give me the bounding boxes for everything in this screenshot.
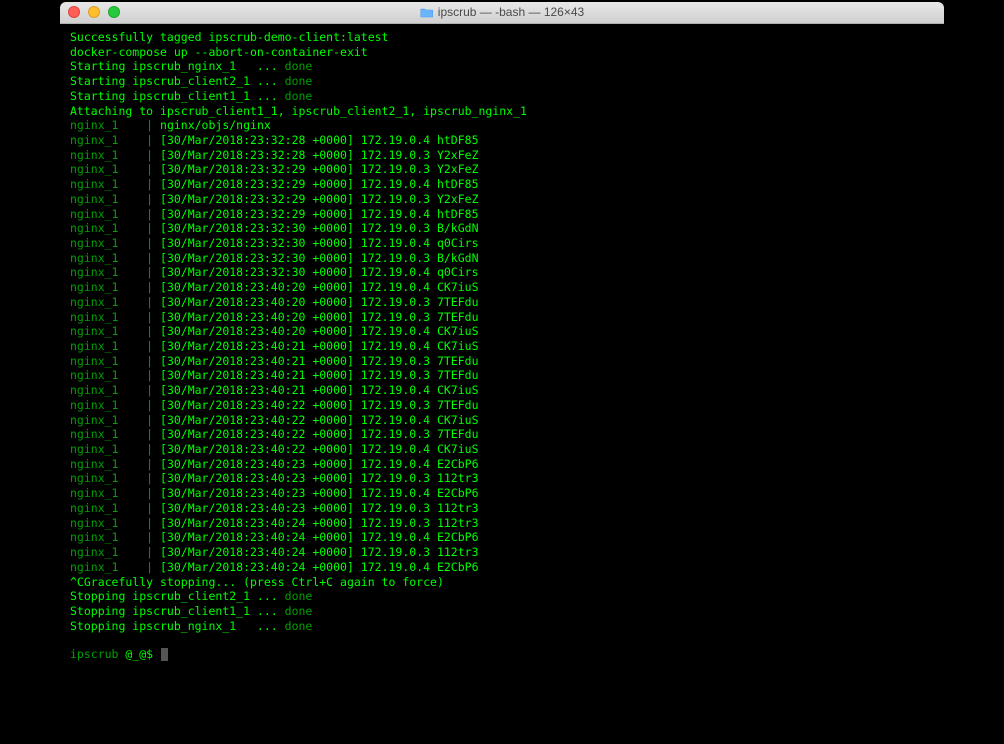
zoom-button[interactable] [108, 6, 120, 18]
log-line: nginx_1 | [30/Mar/2018:23:32:29 +0000] 1… [70, 177, 934, 192]
log-line: nginx_1 | [30/Mar/2018:23:40:22 +0000] 1… [70, 427, 934, 442]
log-line: nginx_1 | [30/Mar/2018:23:40:24 +0000] 1… [70, 530, 934, 545]
graceful-stop-line: ^CGracefully stopping... (press Ctrl+C a… [70, 575, 934, 590]
log-line: nginx_1 | [30/Mar/2018:23:40:21 +0000] 1… [70, 383, 934, 398]
traffic-lights [68, 6, 120, 18]
folder-icon [420, 7, 434, 18]
log-line: nginx_1 | [30/Mar/2018:23:32:30 +0000] 1… [70, 221, 934, 236]
stopping-line: Stopping ipscrub_client1_1 ... done [70, 604, 934, 619]
terminal-window: ipscrub — -bash — 126×43 Successfully ta… [60, 2, 944, 742]
starting-line: Starting ipscrub_client1_1 ... done [70, 89, 934, 104]
log-line: nginx_1 | [30/Mar/2018:23:32:29 +0000] 1… [70, 192, 934, 207]
starting-line: Starting ipscrub_client2_1 ... done [70, 74, 934, 89]
log-line: nginx_1 | [30/Mar/2018:23:40:21 +0000] 1… [70, 339, 934, 354]
log-line: nginx_1 | [30/Mar/2018:23:40:24 +0000] 1… [70, 545, 934, 560]
blank-line [70, 633, 934, 647]
log-line: nginx_1 | [30/Mar/2018:23:32:30 +0000] 1… [70, 236, 934, 251]
log-line: nginx_1 | [30/Mar/2018:23:40:22 +0000] 1… [70, 442, 934, 457]
log-line: nginx_1 | [30/Mar/2018:23:32:29 +0000] 1… [70, 162, 934, 177]
log-line: nginx_1 | [30/Mar/2018:23:32:28 +0000] 1… [70, 148, 934, 163]
output-line: docker-compose up --abort-on-container-e… [70, 45, 934, 60]
output-line: Successfully tagged ipscrub-demo-client:… [70, 30, 934, 45]
titlebar: ipscrub — -bash — 126×43 [60, 2, 944, 24]
stopping-line: Stopping ipscrub_nginx_1 ... done [70, 619, 934, 634]
terminal-body[interactable]: Successfully tagged ipscrub-demo-client:… [60, 24, 944, 742]
minimize-button[interactable] [88, 6, 100, 18]
log-line: nginx_1 | [30/Mar/2018:23:40:23 +0000] 1… [70, 501, 934, 516]
log-line: nginx_1 | [30/Mar/2018:23:40:20 +0000] 1… [70, 324, 934, 339]
log-line: nginx_1 | [30/Mar/2018:23:40:20 +0000] 1… [70, 280, 934, 295]
stopping-line: Stopping ipscrub_client2_1 ... done [70, 589, 934, 604]
prompt-line[interactable]: ipscrub @_@$ [70, 647, 934, 662]
log-line: nginx_1 | [30/Mar/2018:23:40:22 +0000] 1… [70, 413, 934, 428]
log-line: nginx_1 | [30/Mar/2018:23:40:23 +0000] 1… [70, 471, 934, 486]
cursor [161, 648, 168, 661]
window-title: ipscrub — -bash — 126×43 [420, 5, 584, 19]
log-line: nginx_1 | [30/Mar/2018:23:32:30 +0000] 1… [70, 251, 934, 266]
log-line: nginx_1 | [30/Mar/2018:23:40:24 +0000] 1… [70, 516, 934, 531]
close-button[interactable] [68, 6, 80, 18]
log-line: nginx_1 | [30/Mar/2018:23:40:21 +0000] 1… [70, 368, 934, 383]
prompt-dir: ipscrub [70, 647, 118, 661]
log-line: nginx_1 | [30/Mar/2018:23:40:20 +0000] 1… [70, 295, 934, 310]
log-line: nginx_1 | [30/Mar/2018:23:40:24 +0000] 1… [70, 560, 934, 575]
log-line: nginx_1 | [30/Mar/2018:23:32:30 +0000] 1… [70, 265, 934, 280]
log-line: nginx_1 | [30/Mar/2018:23:40:23 +0000] 1… [70, 457, 934, 472]
log-line: nginx_1 | nginx/objs/nginx [70, 118, 934, 133]
log-line: nginx_1 | [30/Mar/2018:23:32:28 +0000] 1… [70, 133, 934, 148]
log-line: nginx_1 | [30/Mar/2018:23:32:29 +0000] 1… [70, 207, 934, 222]
attach-line: Attaching to ipscrub_client1_1, ipscrub_… [70, 104, 934, 119]
window-title-text: ipscrub — -bash — 126×43 [438, 5, 584, 19]
log-line: nginx_1 | [30/Mar/2018:23:40:22 +0000] 1… [70, 398, 934, 413]
log-line: nginx_1 | [30/Mar/2018:23:40:20 +0000] 1… [70, 310, 934, 325]
prompt-sep: @_@$ [118, 647, 160, 661]
starting-line: Starting ipscrub_nginx_1 ... done [70, 59, 934, 74]
log-line: nginx_1 | [30/Mar/2018:23:40:23 +0000] 1… [70, 486, 934, 501]
log-line: nginx_1 | [30/Mar/2018:23:40:21 +0000] 1… [70, 354, 934, 369]
